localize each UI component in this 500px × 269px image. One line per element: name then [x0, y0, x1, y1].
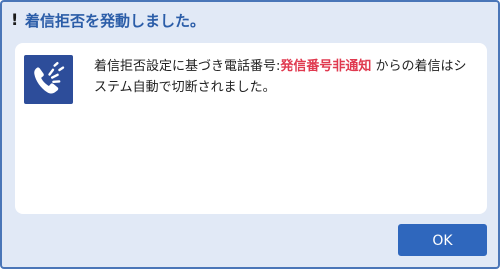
dialog-title-bar: ! 着信拒否を発動しました。	[2, 2, 498, 42]
message-text-prefix: 着信拒否設定に基づき電話番号:	[94, 59, 281, 74]
exclamation-icon: !	[11, 10, 19, 29]
dialog-message: 着信拒否設定に基づき電話番号:発信番号非通知 からの着信はシステム自動で切断され…	[94, 56, 479, 98]
caller-number-highlight: 発信番号非通知	[280, 59, 372, 74]
dialog-title: 着信拒否を発動しました。	[25, 12, 206, 30]
dialog-content-panel: 着信拒否設定に基づき電話番号:発信番号非通知 からの着信はシステム自動で切断され…	[15, 43, 487, 214]
ok-button[interactable]: OK	[398, 224, 487, 256]
phone-ringing-icon	[24, 55, 73, 104]
incoming-call-rejected-dialog: ! 着信拒否を発動しました。 着信拒否設定に基づき電話番号:発信番号非通知 から…	[0, 0, 500, 269]
